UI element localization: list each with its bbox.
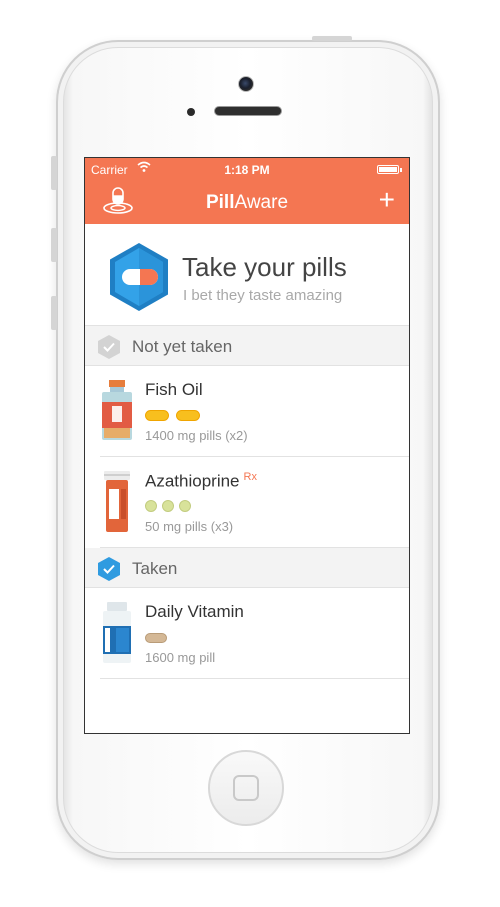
capsule-pill-icon — [145, 410, 169, 421]
oval-pill-icon — [145, 633, 167, 643]
power-button — [312, 36, 352, 41]
header-banner: Take your pills I bet they taste amazing — [85, 224, 409, 326]
fish-oil-bottle-icon — [100, 380, 134, 442]
tablet-pill-icon — [162, 500, 174, 512]
medication-name: Fish Oil — [145, 380, 203, 399]
app-title-bold: Pill — [205, 192, 235, 213]
pill-indicators — [145, 630, 167, 644]
proximity-sensor — [187, 108, 195, 116]
rx-badge: Rx — [243, 471, 257, 483]
app-title-light: Aware — [234, 192, 289, 213]
mute-switch — [51, 296, 57, 330]
home-button-square-icon — [233, 775, 259, 801]
list-item-daily-vitamin[interactable]: Daily Vitamin 1600 mg pill — [100, 588, 409, 679]
medication-dose: 1600 mg pill — [145, 650, 216, 665]
volume-down-button — [51, 228, 57, 262]
section-taken: Taken — [85, 548, 409, 588]
home-button[interactable] — [208, 750, 284, 826]
check-hex-blue-icon — [97, 556, 121, 582]
status-bar: Carrier 1:18 PM — [85, 161, 409, 177]
header-title: Take your pills — [182, 252, 347, 282]
tablet-pill-icon — [145, 500, 157, 512]
volume-up-button — [51, 156, 57, 190]
medication-name: Daily Vitamin — [145, 602, 244, 621]
capsule-pill-icon — [176, 410, 200, 421]
top-bar: Carrier 1:18 PM PillAware + — [85, 158, 409, 224]
pill-capsule-hex-icon — [107, 241, 171, 313]
battery-icon — [377, 165, 402, 174]
pill-indicators — [145, 499, 196, 513]
status-time: 1:18 PM — [224, 163, 270, 177]
front-camera — [238, 76, 254, 92]
app-title: PillAware — [85, 192, 409, 214]
app-screen: Carrier 1:18 PM PillAware + Take your pi… — [84, 157, 410, 734]
header-subtitle: I bet they taste amazing — [183, 287, 343, 304]
section-label-taken: Taken — [132, 559, 178, 578]
vitamin-bottle-icon — [100, 602, 134, 664]
prescription-bottle-icon — [100, 471, 134, 533]
add-pill-button[interactable]: + — [379, 186, 395, 214]
earpiece-speaker — [214, 106, 282, 116]
nav-bar: PillAware + — [85, 184, 409, 220]
check-hex-gray-icon — [97, 334, 121, 360]
list-item-azathioprine[interactable]: Azathioprine Rx 50 mg pills (x3) — [100, 457, 409, 548]
section-not-yet-taken: Not yet taken — [85, 326, 409, 366]
pill-indicators — [145, 408, 207, 422]
medication-dose: 50 mg pills (x3) — [145, 519, 234, 534]
tablet-pill-icon — [179, 500, 191, 512]
section-label-not-yet-taken: Not yet taken — [132, 337, 233, 356]
medication-name: Azathioprine Rx — [145, 471, 257, 491]
medication-dose: 1400 mg pills (x2) — [145, 428, 248, 443]
list-item-fish-oil[interactable]: Fish Oil 1400 mg pills (x2) — [100, 366, 409, 457]
